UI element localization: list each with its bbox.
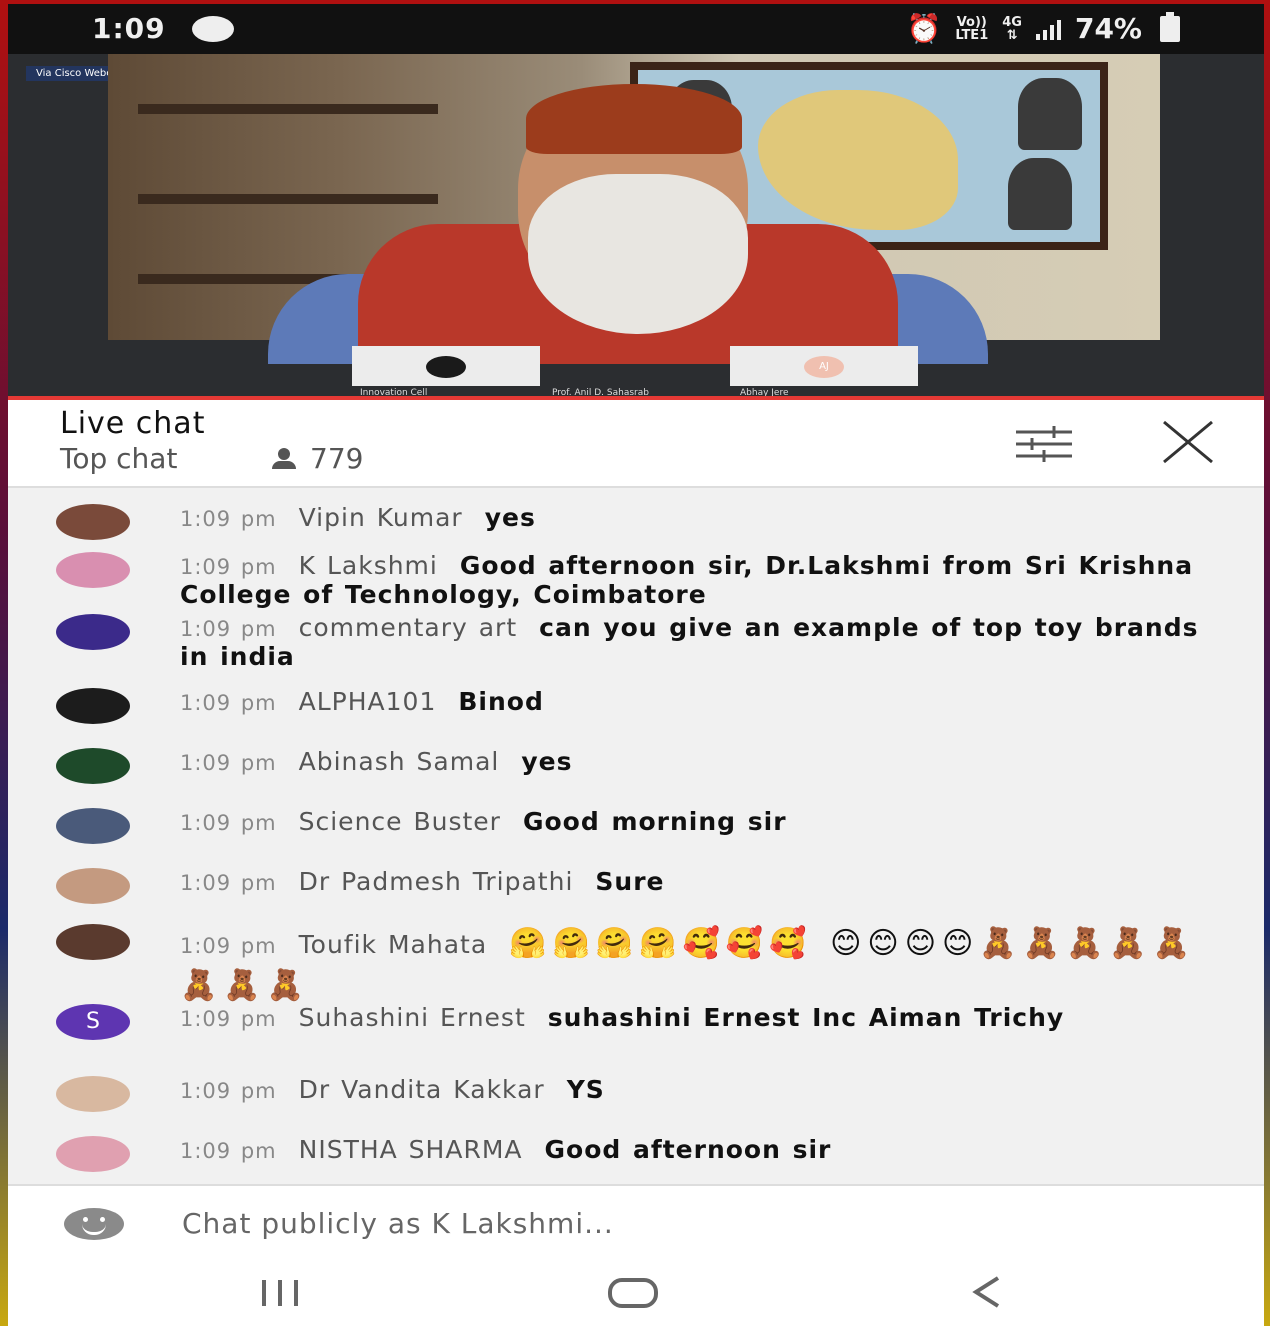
message-author[interactable]: ALPHA101 (299, 687, 437, 716)
user-avatar[interactable] (56, 748, 130, 784)
viewers-icon (270, 447, 298, 470)
alarm-icon: ⏰ (906, 12, 942, 45)
portrait (1018, 78, 1082, 150)
recents-icon[interactable] (256, 1272, 316, 1312)
message-time: 1:09 pm (180, 751, 277, 775)
user-avatar[interactable] (56, 614, 130, 650)
message-time: 1:09 pm (180, 691, 277, 715)
message-author[interactable]: commentary art (299, 613, 518, 642)
user-avatar[interactable] (56, 808, 130, 844)
portrait (1008, 158, 1072, 230)
message-author[interactable]: Abinash Samal (299, 747, 500, 776)
message-time: 1:09 pm (180, 507, 277, 531)
message-author[interactable]: Science Buster (299, 807, 501, 836)
message-text: YS (566, 1075, 605, 1104)
user-avatar[interactable] (56, 688, 130, 724)
back-icon[interactable] (962, 1272, 1022, 1312)
android-nav-bar (8, 1258, 1264, 1326)
message-author[interactable]: Vipin Kumar (299, 503, 463, 532)
chat-header: Live chat Top chat 779 (8, 400, 1264, 488)
battery-percent: 74% (1074, 12, 1142, 45)
user-avatar[interactable] (56, 1136, 130, 1172)
message-text: Good morning sir (522, 807, 787, 836)
network-4g-indicator: 4G ⇅ (1002, 14, 1022, 43)
shelf (138, 104, 438, 114)
viewer-count-value: 779 (310, 442, 364, 475)
participant-avatar (426, 356, 466, 378)
status-right: ⏰ Vo)) LTE1 4G ⇅ 74% (906, 11, 1180, 45)
india-map (758, 90, 958, 230)
user-avatar[interactable] (56, 504, 130, 540)
emoji-icon[interactable] (64, 1208, 124, 1240)
phone-screen: 1:09 ⏰ Vo)) LTE1 4G ⇅ 74% Via Cisco Webex (8, 4, 1264, 1326)
message-author[interactable]: K Lakshmi (299, 551, 438, 580)
speaker-beard (528, 174, 748, 334)
message-time: 1:09 pm (180, 934, 277, 958)
message-time: 1:09 pm (180, 871, 277, 895)
message-text: yes (521, 747, 573, 776)
message-author[interactable]: Dr Padmesh Tripathi (299, 867, 574, 896)
viewer-count: 779 (270, 442, 363, 475)
chat-message-list[interactable]: 1:09 pm Vipin Kumar yes 1:09 pm K Lakshmi Go… (8, 488, 1264, 1184)
message-time: 1:09 pm (180, 1139, 277, 1163)
speaker-cap (526, 84, 742, 154)
message-author[interactable]: NISTHA SHARMA (299, 1135, 523, 1164)
message-author[interactable]: Toufik Mahata (299, 930, 488, 959)
message-text: suhashini Ernest Inc Aiman Trichy (547, 1003, 1065, 1032)
user-avatar[interactable] (56, 552, 130, 588)
avatar-letter: S (86, 1009, 100, 1034)
volte-indicator: Vo)) LTE1 (955, 14, 989, 43)
video-frame (108, 54, 1160, 364)
message-text: Good afternoon sir (544, 1135, 832, 1164)
message-time: 1:09 pm (180, 555, 277, 579)
message-author[interactable]: Suhashini Ernest (299, 1003, 526, 1032)
message-time: 1:09 pm (180, 1079, 277, 1103)
status-time: 1:09 (92, 12, 166, 45)
participant-initials: AJ (804, 356, 844, 378)
user-avatar[interactable] (56, 868, 130, 904)
participant-thumb[interactable]: AJ (730, 346, 918, 386)
signal-icon (1035, 18, 1061, 40)
chat-mode-selector[interactable]: Top chat (60, 442, 177, 475)
chat-input[interactable] (180, 1200, 1204, 1246)
message-text: Binod (458, 687, 544, 716)
message-time: 1:09 pm (180, 811, 277, 835)
shelf (138, 194, 438, 204)
message-text: yes (484, 503, 536, 532)
status-bar: 1:09 ⏰ Vo)) LTE1 4G ⇅ 74% (8, 4, 1264, 54)
message-author[interactable]: Dr Vandita Kakkar (299, 1075, 545, 1104)
whatsapp-notification-icon (192, 16, 234, 42)
user-avatar[interactable]: S (56, 1004, 130, 1040)
participant-thumb[interactable] (352, 346, 540, 386)
chat-input-bar (8, 1184, 1264, 1260)
user-avatar[interactable] (56, 1076, 130, 1112)
message-text: Sure (595, 867, 665, 896)
message-time: 1:09 pm (180, 1007, 277, 1031)
message-time: 1:09 pm (180, 617, 277, 641)
chat-title: Live chat (60, 406, 206, 441)
user-avatar[interactable] (56, 924, 130, 960)
close-icon[interactable] (1160, 418, 1216, 466)
video-player[interactable]: Via Cisco Webex AJ Innovation Cell Prof.… (8, 54, 1264, 400)
tune-icon[interactable] (1014, 426, 1074, 462)
home-icon[interactable] (604, 1272, 664, 1312)
battery-icon (1160, 11, 1180, 42)
